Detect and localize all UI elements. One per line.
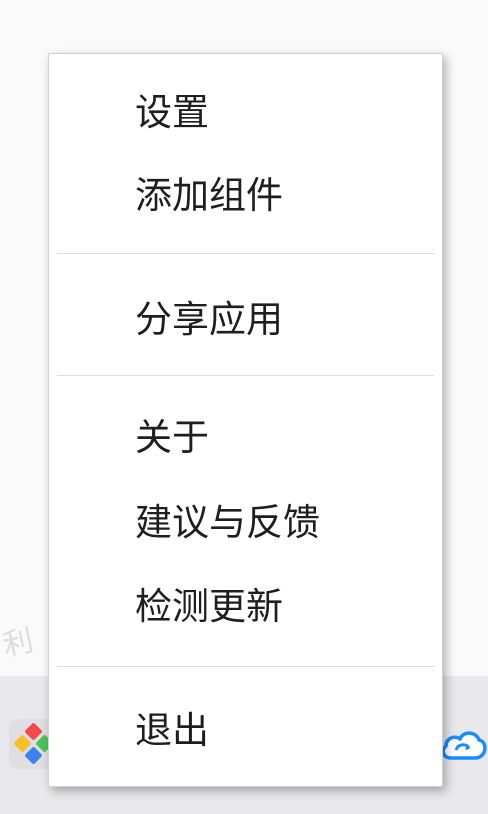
menu-item-exit[interactable]: 退出 <box>49 695 442 767</box>
cloud-sync-icon[interactable] <box>438 722 488 768</box>
menu-separator <box>57 375 434 376</box>
menu-item-label: 检测更新 <box>135 585 283 628</box>
menu-item-add-widget[interactable]: 添加组件 <box>49 160 442 232</box>
menu-item-settings[interactable]: 设置 <box>49 77 442 149</box>
menu-item-label: 添加组件 <box>135 174 283 217</box>
menu-separator <box>57 666 434 667</box>
menu-item-about[interactable]: 关于 <box>49 402 442 474</box>
menu-separator <box>57 253 434 254</box>
menu-item-label: 设置 <box>135 91 209 134</box>
context-menu: 设置 添加组件 分享应用 关于 建议与反馈 检测更新 退出 <box>48 53 443 787</box>
menu-item-label: 建议与反馈 <box>135 501 320 544</box>
menu-item-check-update[interactable]: 检测更新 <box>49 571 442 643</box>
menu-item-label: 退出 <box>135 709 209 752</box>
menu-item-share-app[interactable]: 分享应用 <box>49 284 442 356</box>
menu-item-label: 关于 <box>135 416 209 459</box>
menu-item-feedback[interactable]: 建议与反馈 <box>49 487 442 559</box>
menu-item-label: 分享应用 <box>135 298 283 341</box>
